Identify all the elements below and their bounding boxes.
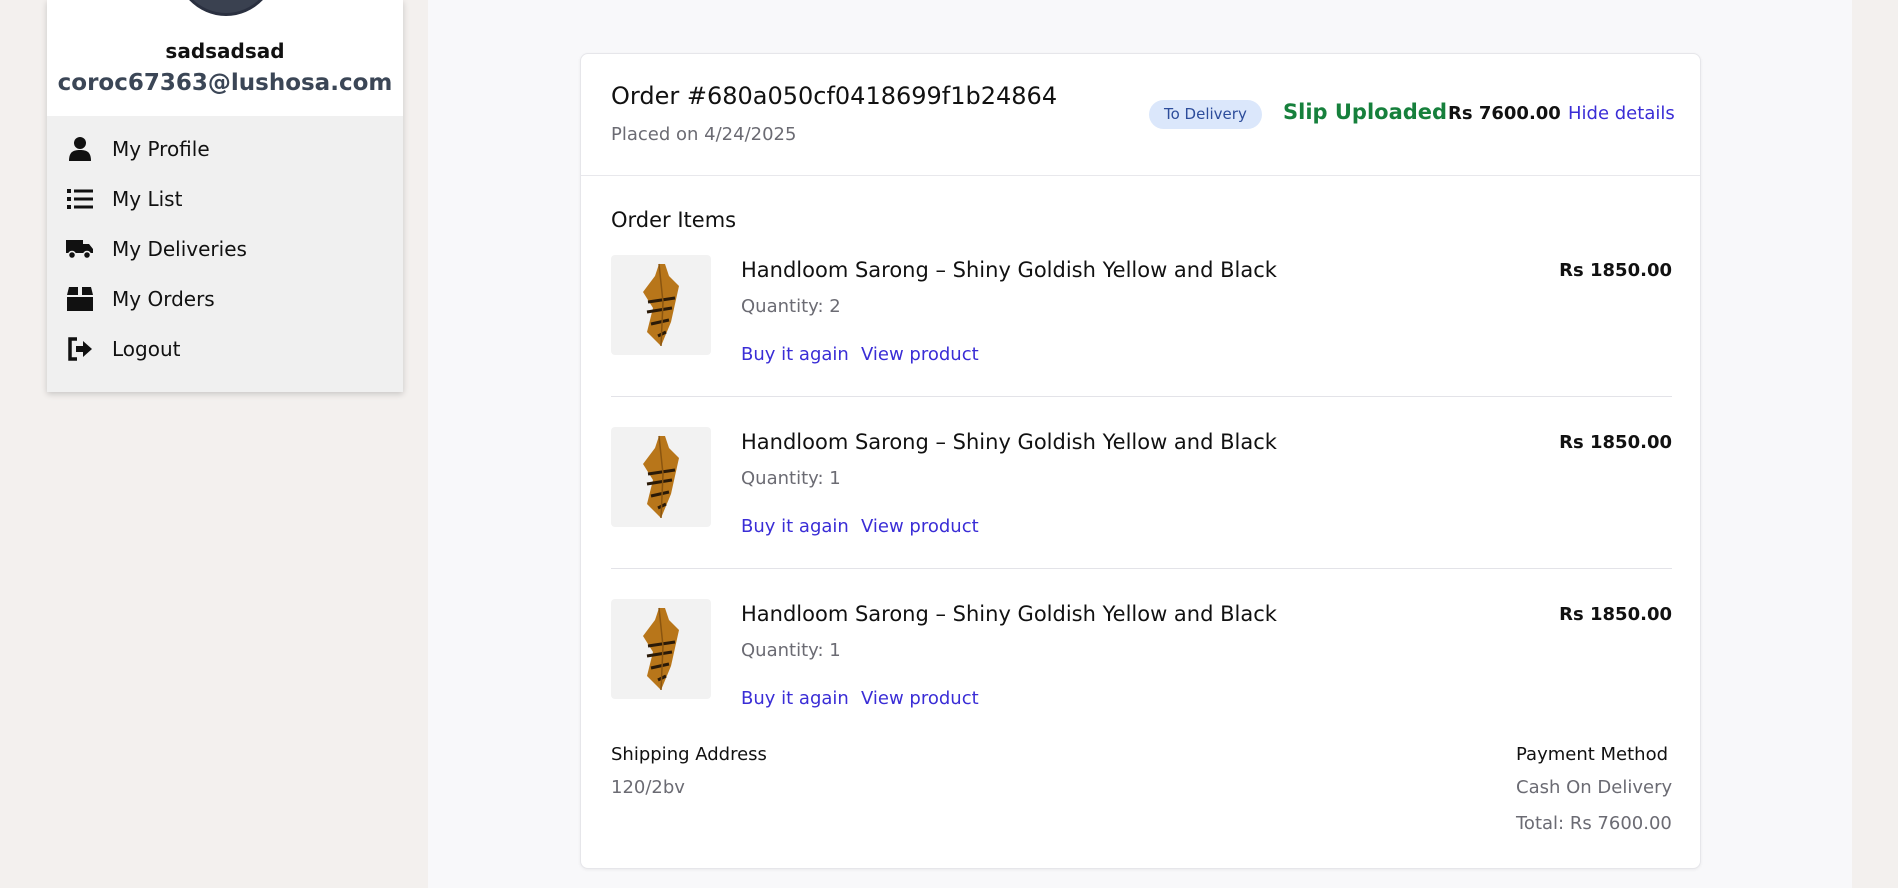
slip-status: Slip Uploaded: [1283, 100, 1448, 124]
product-price: Rs 1850.00: [1559, 260, 1672, 281]
view-product-link[interactable]: View product: [861, 688, 979, 709]
order-item: Handloom Sarong – Shiny Goldish Yellow a…: [611, 427, 1672, 567]
sidebar-item-label: My Profile: [112, 137, 210, 161]
product-price: Rs 1850.00: [1559, 432, 1672, 453]
view-product-link[interactable]: View product: [861, 344, 979, 365]
order-card: Order #680a050cf0418699f1b24864 Placed o…: [580, 53, 1701, 869]
product-name: Handloom Sarong – Shiny Goldish Yellow a…: [741, 258, 1277, 282]
sidebar-item-my-deliveries[interactable]: My Deliveries: [47, 224, 403, 274]
product-quantity: Quantity: 1: [741, 640, 841, 661]
sidebar-item-label: Logout: [112, 337, 181, 361]
sidebar-item-label: My Orders: [112, 287, 215, 311]
hide-details-link[interactable]: Hide details: [1568, 103, 1675, 124]
status-badge: To Delivery: [1149, 100, 1262, 129]
main-content: Order #680a050cf0418699f1b24864 Placed o…: [428, 0, 1852, 888]
payment-method-value: Cash On Delivery: [1516, 777, 1673, 798]
sidebar-item-label: My Deliveries: [112, 237, 247, 261]
order-total: Rs 7600.00: [1448, 103, 1561, 124]
sidebar-menu: My Profile My List My Deliveries My Orde…: [47, 116, 403, 374]
payment-method-title: Payment Method: [1516, 744, 1669, 765]
product-name: Handloom Sarong – Shiny Goldish Yellow a…: [741, 602, 1277, 626]
order-items-title: Order Items: [611, 208, 737, 232]
user-name: sadsadsad: [165, 39, 285, 63]
page-edge: [1852, 0, 1898, 888]
product-image[interactable]: [611, 427, 711, 527]
sidebar-item-my-orders[interactable]: My Orders: [47, 274, 403, 324]
sidebar-item-my-list[interactable]: My List: [47, 174, 403, 224]
item-divider: [611, 396, 1672, 397]
order-item: Handloom Sarong – Shiny Goldish Yellow a…: [611, 599, 1672, 739]
order-header: Order #680a050cf0418699f1b24864 Placed o…: [581, 54, 1700, 176]
product-quantity: Quantity: 1: [741, 468, 841, 489]
item-divider: [611, 568, 1672, 569]
user-icon: [66, 135, 94, 163]
order-id: Order #680a050cf0418699f1b24864: [611, 82, 1058, 110]
list-icon: [66, 185, 94, 213]
profile-sidebar: sadsadsad coroc67363@lushosa.com My Prof…: [47, 0, 403, 392]
truck-icon: [66, 235, 94, 263]
payment-total: Total: Rs 7600.00: [1516, 813, 1672, 834]
view-product-link[interactable]: View product: [861, 516, 979, 537]
buy-again-link[interactable]: Buy it again: [741, 516, 849, 537]
profile-header: sadsadsad coroc67363@lushosa.com: [47, 0, 403, 116]
shipping-address-value: 120/2bv: [611, 777, 685, 798]
shipping-address-title: Shipping Address: [611, 744, 767, 765]
box-icon: [66, 285, 94, 313]
order-item: Handloom Sarong – Shiny Goldish Yellow a…: [611, 255, 1672, 395]
avatar: [174, 0, 278, 16]
sidebar-item-my-profile[interactable]: My Profile: [47, 124, 403, 174]
product-price: Rs 1850.00: [1559, 604, 1672, 625]
order-date: Placed on 4/24/2025: [611, 124, 797, 145]
product-image[interactable]: [611, 255, 711, 355]
product-image[interactable]: [611, 599, 711, 699]
buy-again-link[interactable]: Buy it again: [741, 344, 849, 365]
logout-icon: [66, 335, 94, 363]
product-quantity: Quantity: 2: [741, 296, 841, 317]
sidebar-item-label: My List: [112, 187, 183, 211]
user-email: coroc67363@lushosa.com: [57, 70, 393, 96]
product-name: Handloom Sarong – Shiny Goldish Yellow a…: [741, 430, 1277, 454]
buy-again-link[interactable]: Buy it again: [741, 688, 849, 709]
sidebar-item-logout[interactable]: Logout: [47, 324, 403, 374]
